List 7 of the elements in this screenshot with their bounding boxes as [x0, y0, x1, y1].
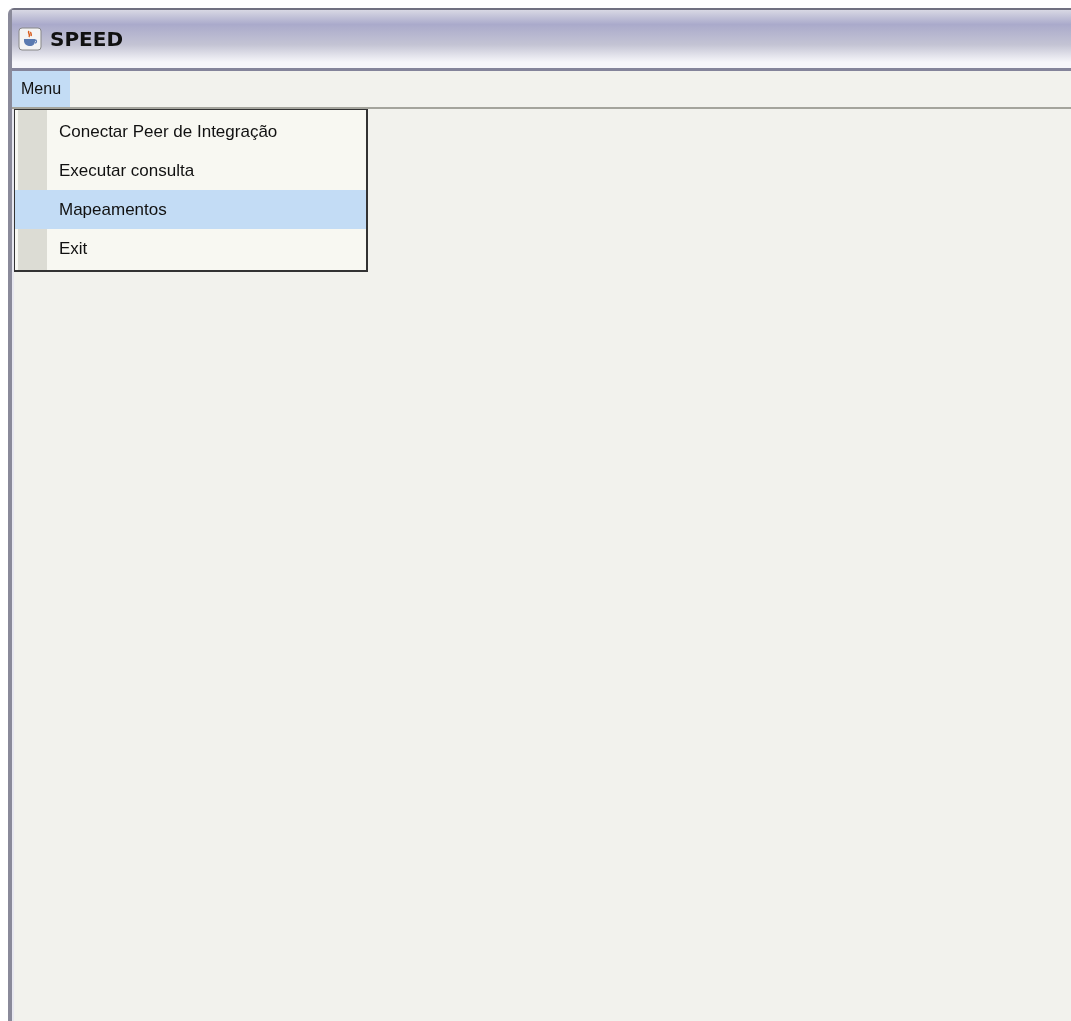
menu-item[interactable]: Exit	[15, 229, 366, 268]
menu-item[interactable]: Conectar Peer de Integração	[15, 112, 366, 151]
java-cup-icon	[18, 27, 42, 51]
menu-title[interactable]: Menu	[12, 71, 71, 107]
window-title: SPEED	[50, 27, 123, 51]
menu-item[interactable]: Executar consulta	[15, 151, 366, 190]
menu-item[interactable]: Mapeamentos	[15, 190, 366, 229]
